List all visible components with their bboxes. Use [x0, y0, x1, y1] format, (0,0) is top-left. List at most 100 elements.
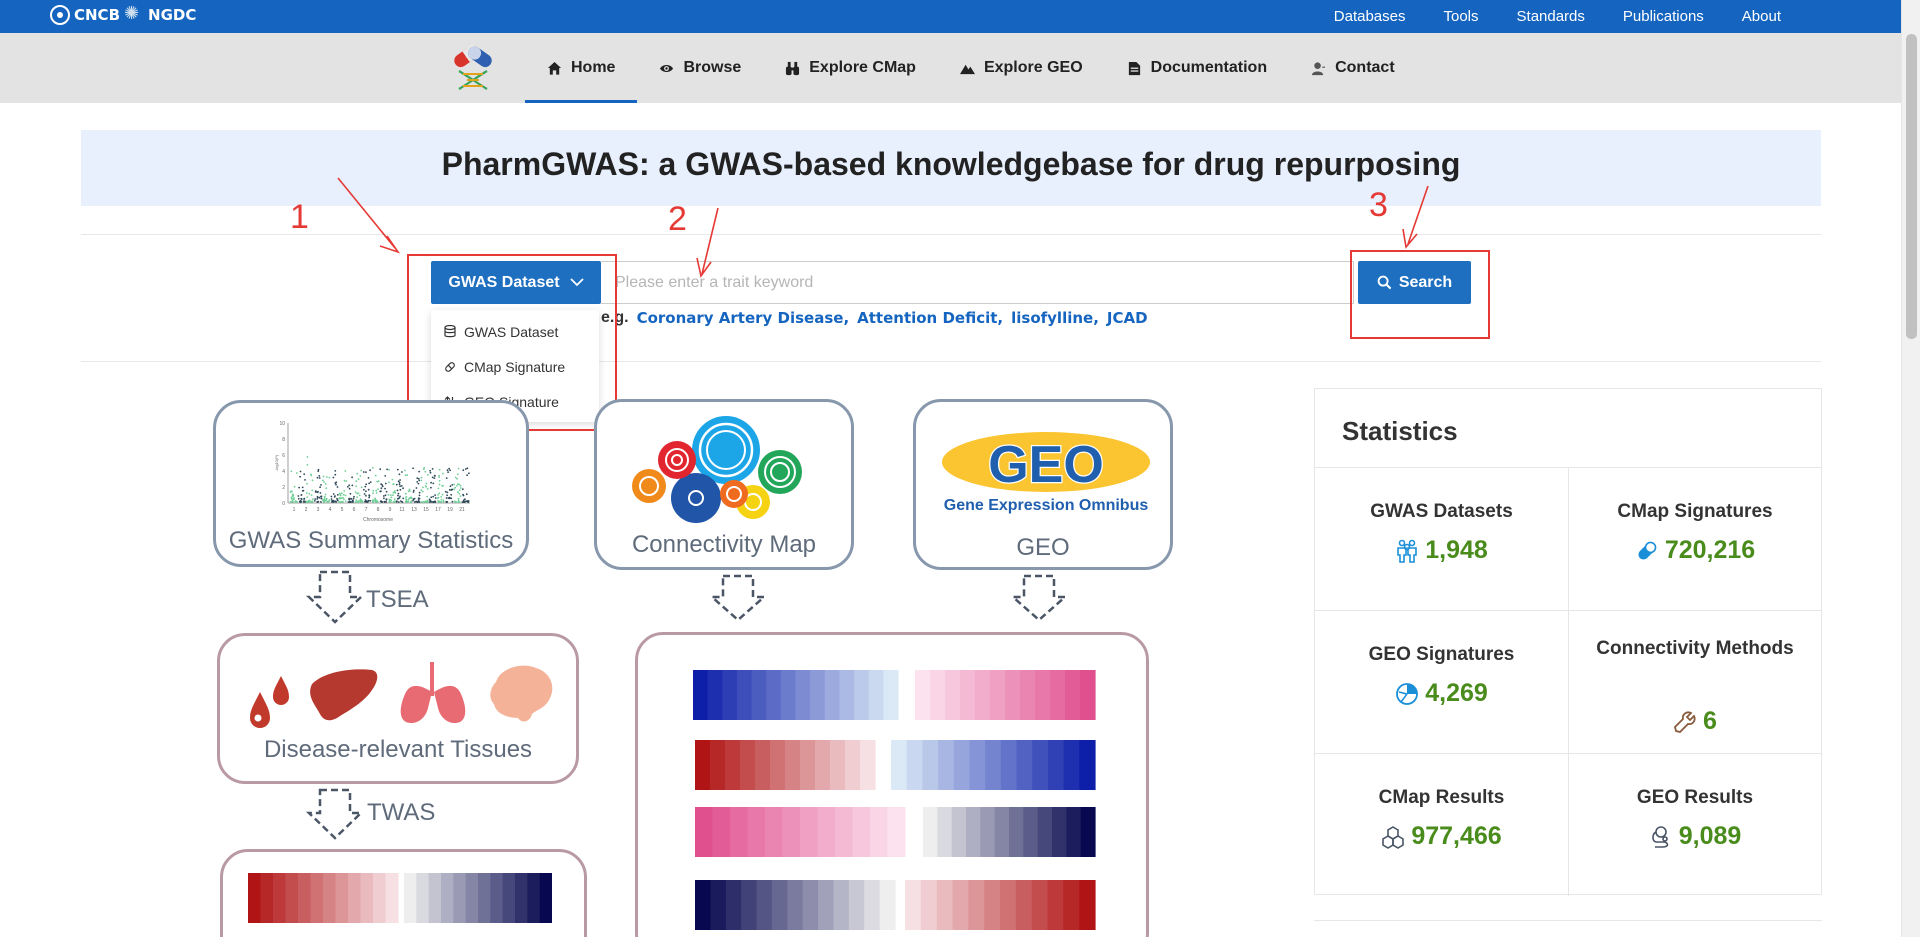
nav-explore-cmap[interactable]: Explore CMap [763, 33, 938, 103]
manhattan-dot [380, 483, 382, 485]
page-scrollbar[interactable] [1901, 0, 1920, 937]
toplink-about[interactable]: About [1742, 8, 1781, 25]
heatmap-cell [766, 670, 782, 720]
stat-connectivity-methods: Connectivity Methods 6 [1568, 610, 1821, 753]
manhattan-dot [430, 481, 432, 484]
heatmap-cell [515, 873, 528, 923]
manhattan-dot [430, 496, 433, 499]
manhattan-dot [449, 497, 452, 499]
manhattan-dot [367, 477, 370, 479]
manhattan-dot [316, 476, 319, 479]
manhattan-dot [379, 490, 382, 493]
heatmap-cell [810, 670, 826, 720]
toplink-tools[interactable]: Tools [1443, 8, 1478, 25]
page-title: PharmGWAS: a GWAS-based knowledgebase fo… [441, 146, 1461, 182]
manhattan-dot [447, 471, 449, 473]
manhattan-dot [388, 481, 390, 484]
nav-contact[interactable]: Contact [1289, 33, 1417, 103]
search-input[interactable] [601, 262, 1353, 303]
manhattan-dot [446, 494, 448, 497]
manhattan-dot [298, 486, 300, 489]
example-link-attention[interactable]: Attention Deficit, [857, 309, 1003, 327]
manhattan-dot [290, 497, 293, 500]
heatmap-cell [771, 880, 788, 930]
heatmap-cell [969, 740, 986, 790]
manhattan-dot [457, 501, 460, 503]
manhattan-dot [299, 501, 302, 503]
toplink-standards[interactable]: Standards [1517, 8, 1585, 25]
heatmap-cell [712, 807, 731, 857]
nav-documentation[interactable]: Documentation [1105, 33, 1289, 103]
heatmap-cell [765, 807, 784, 857]
manhattan-dot [323, 501, 326, 503]
manhattan-dot [304, 479, 306, 481]
heatmap-cell [710, 880, 727, 930]
manhattan-dot [446, 491, 449, 494]
manhattan-dot [432, 495, 435, 498]
manhattan-dot [336, 499, 339, 502]
manhattan-dot [405, 496, 407, 499]
manhattan-dot [422, 486, 424, 489]
statistics-panel: Statistics GWAS Datasets 1,948 CMap Sign… [1314, 388, 1822, 896]
heatmap-cell [741, 880, 758, 930]
manhattan-dot [418, 494, 421, 497]
toplink-publications[interactable]: Publications [1623, 8, 1704, 25]
manhattan-dot [374, 474, 377, 477]
heatmap-cell [1000, 880, 1017, 930]
manhattan-dot [431, 468, 434, 470]
manhattan-dot [417, 482, 420, 485]
manhattan-dot [434, 497, 437, 499]
manhattan-ylabel: -log10(P) [274, 454, 279, 471]
heatmap-cell [248, 873, 262, 923]
manhattan-dot [314, 490, 317, 492]
example-link-lisofylline[interactable]: lisofylline, [1011, 309, 1099, 327]
cncb-ngdc-logo[interactable]: CNCB ✺ NGDC [50, 5, 196, 25]
liver-icon [310, 669, 378, 721]
heatmap-cell [945, 670, 961, 720]
manhattan-dot [426, 499, 429, 502]
manhattan-dot [438, 468, 441, 471]
nav-explore-geo[interactable]: Explore GEO [938, 33, 1105, 103]
example-link-jcad[interactable]: JCAD [1107, 309, 1148, 327]
manhattan-dot [396, 468, 399, 471]
manhattan-dot [297, 497, 300, 500]
heatmap-cell [1063, 880, 1080, 930]
manhattan-dot [325, 497, 328, 500]
heatmap-cell [923, 807, 938, 857]
manhattan-dot [432, 482, 435, 485]
example-link-coronary[interactable]: Coronary Artery Disease, [637, 309, 850, 327]
manhattan-dot [426, 495, 428, 498]
heatmap-cell [725, 880, 742, 930]
heatmap-cell [1016, 740, 1033, 790]
scrollbar-thumb[interactable] [1906, 34, 1917, 339]
manhattan-dot [467, 501, 470, 503]
nav-home[interactable]: Home [525, 33, 638, 103]
heatmap-cell [693, 670, 709, 720]
manhattan-dot [330, 495, 333, 498]
heatmap-cell [695, 740, 711, 790]
nav-contact-label: Contact [1335, 59, 1395, 76]
disease-heatmap-strip [248, 873, 552, 923]
manhattan-dot [320, 484, 322, 486]
manhattan-dot [307, 500, 310, 503]
manhattan-dot [375, 492, 378, 494]
heatmap-cell [348, 873, 362, 923]
top-links: Databases Tools Standards Publications A… [1334, 0, 1781, 33]
manhattan-dot [314, 498, 316, 500]
manhattan-dot [343, 490, 346, 492]
manhattan-dot [449, 469, 451, 472]
heatmap-cell [1052, 807, 1067, 857]
heatmap-cell [795, 670, 811, 720]
stat-value: 977,466 [1315, 822, 1568, 851]
divider-bottom [81, 361, 1821, 362]
nav-browse[interactable]: Browse [637, 33, 763, 103]
manhattan-dot [445, 497, 448, 499]
toplink-databases[interactable]: Databases [1334, 8, 1406, 25]
heatmap-cell [725, 740, 741, 790]
manhattan-dot [347, 485, 349, 488]
manhattan-dot [442, 472, 444, 475]
stat-value: 1,948 [1315, 536, 1568, 565]
heatmap-cell [770, 740, 786, 790]
pharmgwas-logo[interactable] [447, 41, 499, 93]
manhattan-dot [322, 479, 324, 482]
